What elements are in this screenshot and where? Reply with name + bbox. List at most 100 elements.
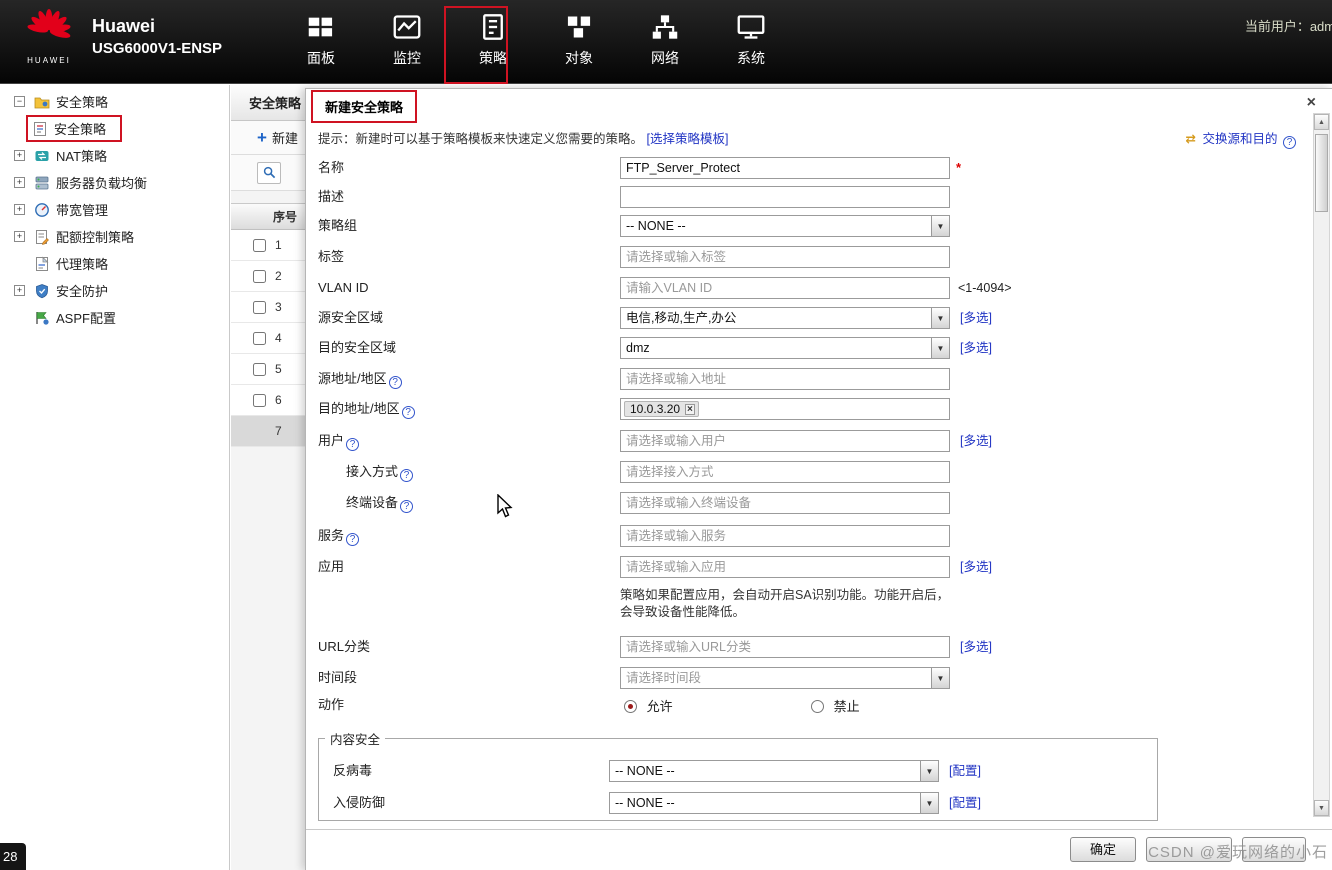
scroll-up-icon[interactable]: ▲ [1314, 114, 1329, 130]
time-range-label: 时间段 [318, 670, 358, 685]
select-policy-template-link[interactable]: [选择策略模板] [647, 132, 729, 146]
source-zone-select[interactable]: 电信,移动,生产,办公 ▼ [620, 307, 950, 329]
policy-group-select[interactable]: -- NONE -- ▼ [620, 215, 950, 237]
sidebar-item-quota-control-policy[interactable]: + 配额控制策略 [0, 223, 229, 250]
nav-item-policy[interactable]: 策略 [450, 0, 536, 84]
access-mode-input[interactable] [620, 461, 950, 483]
name-input[interactable] [620, 157, 950, 179]
application-input[interactable] [620, 556, 950, 578]
sidebar-item-bandwidth-management[interactable]: + 带宽管理 [0, 196, 229, 223]
search-button[interactable] [257, 161, 281, 184]
row-checkbox[interactable] [253, 393, 266, 407]
user-input[interactable] [620, 430, 950, 452]
nav-item-network[interactable]: 网络 [622, 0, 708, 84]
help-icon[interactable]: ? [400, 469, 414, 482]
row-checkbox[interactable] [253, 331, 266, 345]
action-deny-radio[interactable] [811, 700, 824, 713]
sidebar-item-security-policy-group[interactable]: − 安全策略 [0, 88, 229, 115]
action-allow-radio[interactable] [624, 700, 637, 713]
description-input[interactable] [620, 186, 950, 208]
row-checkbox[interactable] [253, 300, 266, 314]
terminal-device-label: 终端设备? [346, 492, 414, 514]
service-label-text: 服务 [318, 528, 345, 543]
nav-label: 面板 [307, 50, 335, 66]
expand-icon[interactable]: + [14, 231, 25, 242]
expand-icon[interactable]: + [14, 177, 25, 188]
ips-select[interactable]: -- NONE -- ▼ [609, 792, 939, 814]
footer-button-3[interactable] [1242, 837, 1306, 862]
source-zone-multi-link[interactable]: [多选] [960, 307, 992, 329]
row-checkbox[interactable] [253, 362, 266, 376]
tag-input[interactable] [620, 246, 950, 268]
swap-link-label[interactable]: 交换源和目的 [1203, 132, 1278, 146]
swap-src-dst-link[interactable]: ⇄ 交换源和目的 ? [1186, 128, 1296, 149]
dest-address-label-text: 目的地址/地区 [318, 401, 400, 416]
content-security-legend: 内容安全 [330, 733, 381, 747]
nav-item-monitor[interactable]: 监控 [364, 0, 450, 84]
nav-item-objects[interactable]: 对象 [536, 0, 622, 84]
nav-item-dashboard[interactable]: 面板 [278, 0, 364, 84]
sidebar-item-server-load-balance[interactable]: + 服务器负载均衡 [0, 169, 229, 196]
remove-tag-icon[interactable]: × [685, 403, 695, 415]
field-row-terminal-device: 终端设备? [318, 492, 1292, 516]
row-checkbox[interactable] [253, 238, 266, 252]
dest-zone-select[interactable]: dmz ▼ [620, 337, 950, 359]
dialog-tip-bar: 提示：新建时可以基于策略模板来快速定义您需要的策略。 [选择策略模板] ⇄ 交换… [318, 128, 1298, 149]
scrollbar-thumb[interactable] [1315, 134, 1328, 212]
footer-button-2[interactable] [1146, 837, 1232, 862]
field-row-name: 名称 * [318, 157, 1292, 181]
application-note: 策略如果配置应用，会自动开启SA识别功能。功能开启后，会导致设备性能降低。 [620, 588, 950, 619]
url-category-input[interactable] [620, 636, 950, 658]
objects-icon [567, 16, 591, 38]
field-row-time-range: 时间段 请选择时间段 ▼ [318, 667, 1292, 691]
application-multi-link[interactable]: [多选] [960, 556, 992, 578]
service-input[interactable] [620, 525, 950, 547]
highlight-box-security-policy: 安全策略 [26, 115, 123, 142]
help-icon[interactable]: ? [401, 406, 415, 419]
help-icon[interactable]: ? [400, 500, 414, 513]
sidebar-item-nat-policy[interactable]: + NAT策略 [0, 142, 229, 169]
dest-zone-multi-link[interactable]: [多选] [960, 337, 992, 359]
antivirus-config-link[interactable]: [配置] [949, 760, 981, 782]
url-category-multi-link[interactable]: [多选] [960, 636, 992, 658]
collapse-icon[interactable]: − [14, 96, 25, 107]
quota-icon [36, 229, 49, 245]
scroll-down-icon[interactable]: ▼ [1314, 800, 1329, 816]
time-range-select[interactable]: 请选择时间段 ▼ [620, 667, 950, 689]
expand-icon[interactable]: + [14, 285, 25, 296]
sidebar-item-proxy-policy[interactable]: 代理策略 [0, 250, 229, 277]
row-checkbox[interactable] [253, 269, 266, 283]
vlan-input[interactable] [620, 277, 950, 299]
help-icon[interactable]: ? [346, 533, 360, 546]
antivirus-select[interactable]: -- NONE -- ▼ [609, 760, 939, 782]
network-icon [652, 15, 678, 39]
sidebar-item-security-policy[interactable]: 安全策略 [0, 115, 229, 142]
help-icon[interactable]: ? [1283, 136, 1296, 149]
ok-button[interactable]: 确定 [1070, 837, 1136, 862]
antivirus-value: -- NONE -- [615, 764, 675, 778]
source-address-input[interactable] [620, 368, 950, 390]
help-icon[interactable]: ? [346, 438, 360, 451]
ips-config-link[interactable]: [配置] [949, 792, 981, 814]
row-seq: 3 [275, 300, 282, 314]
row-seq: 2 [275, 269, 282, 283]
expand-icon[interactable]: + [14, 204, 25, 215]
nav-item-system[interactable]: 系统 [708, 0, 794, 84]
expand-icon[interactable]: + [14, 150, 25, 161]
terminal-device-input[interactable] [620, 492, 950, 514]
seq-column-header: 序号 [273, 210, 298, 224]
help-icon[interactable]: ? [388, 376, 402, 389]
source-zone-label: 源安全区域 [318, 310, 384, 325]
sidebar-item-security-protection[interactable]: + 安全防护 [0, 277, 229, 304]
sidebar-item-aspf-config[interactable]: ASPF配置 [0, 304, 229, 331]
dialog-scrollbar[interactable]: ▲ ▼ [1313, 113, 1330, 817]
field-row-action: 动作 允许 禁止 [318, 694, 1292, 718]
user-multi-link[interactable]: [多选] [960, 430, 992, 452]
description-label: 描述 [318, 189, 345, 204]
dest-address-field[interactable]: 10.0.3.20 × [620, 398, 950, 420]
close-icon[interactable]: × [1307, 95, 1316, 111]
vlan-label: VLAN ID [318, 280, 369, 295]
new-policy-button[interactable]: + 新建 [257, 128, 298, 148]
action-deny-option: 禁止 [811, 696, 860, 715]
action-allow-label: 允许 [646, 699, 673, 714]
